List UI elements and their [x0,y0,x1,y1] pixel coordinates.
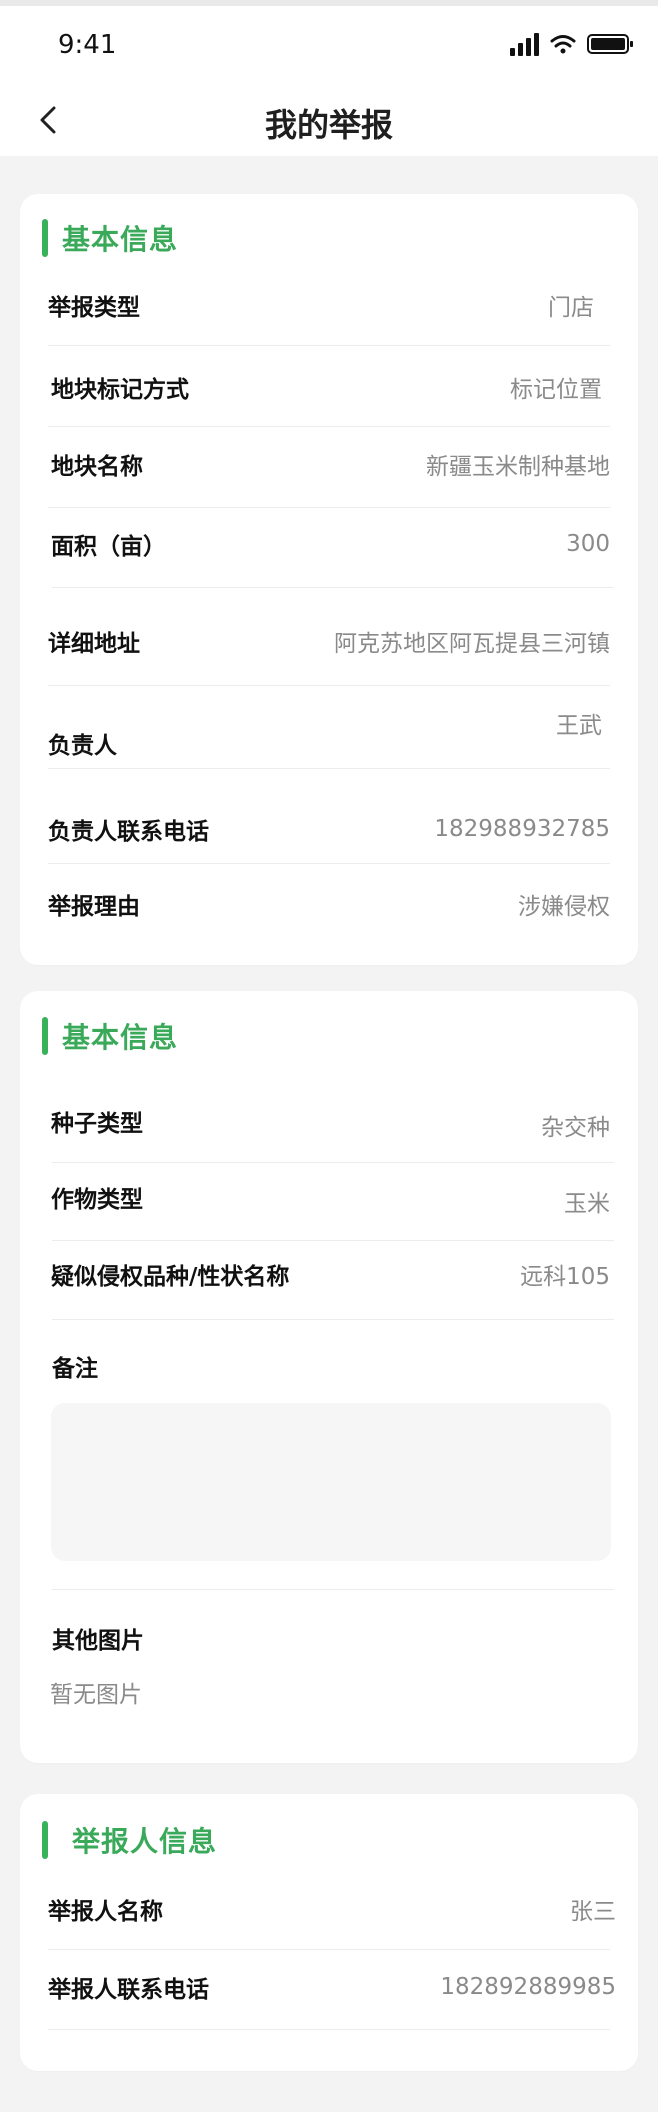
info-row-report-reason: 举报理由 涉嫌侵权 [48,887,610,927]
section-title: 举报人信息 [72,1825,218,1858]
divider [48,2029,610,2030]
info-row-variety-name: 疑似侵权品种/性状名称 远科105 [48,1257,610,1297]
row-value: 涉嫌侵权 [518,894,610,920]
info-row-manager-phone: 负责人联系电话 182988932785 [48,812,610,852]
status-time: 9:41 [58,30,117,60]
battery-icon [587,34,633,54]
divider [48,768,610,769]
remark-label: 备注 [52,1356,98,1382]
divider [52,1240,614,1241]
remark-textarea[interactable] [51,1403,611,1561]
no-images-text: 暂无图片 [50,1682,142,1708]
section-accent-bar [42,1017,48,1055]
row-value: 张三 [570,1899,616,1925]
divider [48,345,610,346]
info-row-address: 详细地址 阿克苏地区阿瓦提县三河镇 [48,624,610,664]
row-label: 负责人 [48,733,117,759]
row-value: 182988932785 [434,816,610,842]
row-label: 举报理由 [48,894,140,920]
section-accent-bar [42,1821,48,1859]
divider [48,1949,610,1950]
section-title: 基本信息 [62,1021,179,1054]
row-label: 地块标记方式 [51,377,189,403]
status-icons [510,33,633,56]
row-value: 玉米 [564,1191,610,1217]
info-row-reporter-phone: 举报人联系电话 182892889985 [48,1970,616,2010]
divider [48,426,610,427]
section-header: 基本信息 [42,1016,178,1056]
row-value: 王武 [556,713,602,739]
info-row-area: 面积（亩） 300 [48,527,610,567]
row-label: 详细地址 [48,631,140,657]
row-value: 300 [566,531,610,557]
basic-info-card: 基本信息 举报类型 门店 地块标记方式 标记位置 地块名称 新疆玉米制种基地 面… [20,194,638,965]
row-value: 新疆玉米制种基地 [426,454,610,480]
divider [52,1589,614,1590]
top-bar: 9:41 我的举报 [0,0,658,156]
row-label: 地块名称 [51,454,143,480]
section-header: 举报人信息 [42,1820,217,1860]
row-label: 疑似侵权品种/性状名称 [51,1264,290,1290]
row-value: 标记位置 [510,377,602,403]
row-value: 阿克苏地区阿瓦提县三河镇 [334,631,610,657]
section-header: 基本信息 [42,218,178,258]
row-value: 远科105 [520,1264,610,1290]
row-value: 182892889985 [440,1974,616,2000]
info-row-marking-method: 地块标记方式 标记位置 [48,370,610,410]
divider [52,587,614,588]
row-label: 举报人名称 [48,1899,163,1925]
top-strip [0,0,658,6]
wifi-icon [550,35,576,54]
row-value: 门店 [548,295,594,321]
info-row-seed-type: 种子类型 杂交种 [48,1104,610,1144]
divider [52,1319,614,1320]
section-accent-bar [42,219,48,257]
info-row-crop-type: 作物类型 玉米 [48,1180,610,1220]
row-label: 种子类型 [51,1111,143,1137]
row-label: 面积（亩） [51,534,166,560]
info-row-manager: 负责人 王武 [48,706,610,759]
reporter-info-card: 举报人信息 举报人名称 张三 举报人联系电话 182892889985 [20,1794,638,2071]
divider [52,1162,614,1163]
row-label: 举报类型 [48,295,140,321]
info-row-plot-name: 地块名称 新疆玉米制种基地 [48,447,610,487]
row-value: 杂交种 [541,1115,610,1141]
info-row-reporter-name: 举报人名称 张三 [48,1892,616,1932]
other-images-label: 其他图片 [52,1628,144,1654]
row-label: 负责人联系电话 [48,819,209,845]
row-label: 作物类型 [51,1187,143,1213]
divider [48,685,610,686]
divider [48,507,610,508]
seed-info-card: 基本信息 种子类型 杂交种 作物类型 玉米 疑似侵权品种/性状名称 远科105 … [20,991,638,1763]
divider [48,863,610,864]
signal-icon [510,33,539,56]
page-title: 我的举报 [264,106,393,144]
info-row-report-type: 举报类型 门店 [48,288,610,328]
section-title: 基本信息 [62,223,179,256]
row-label: 举报人联系电话 [48,1977,209,2003]
